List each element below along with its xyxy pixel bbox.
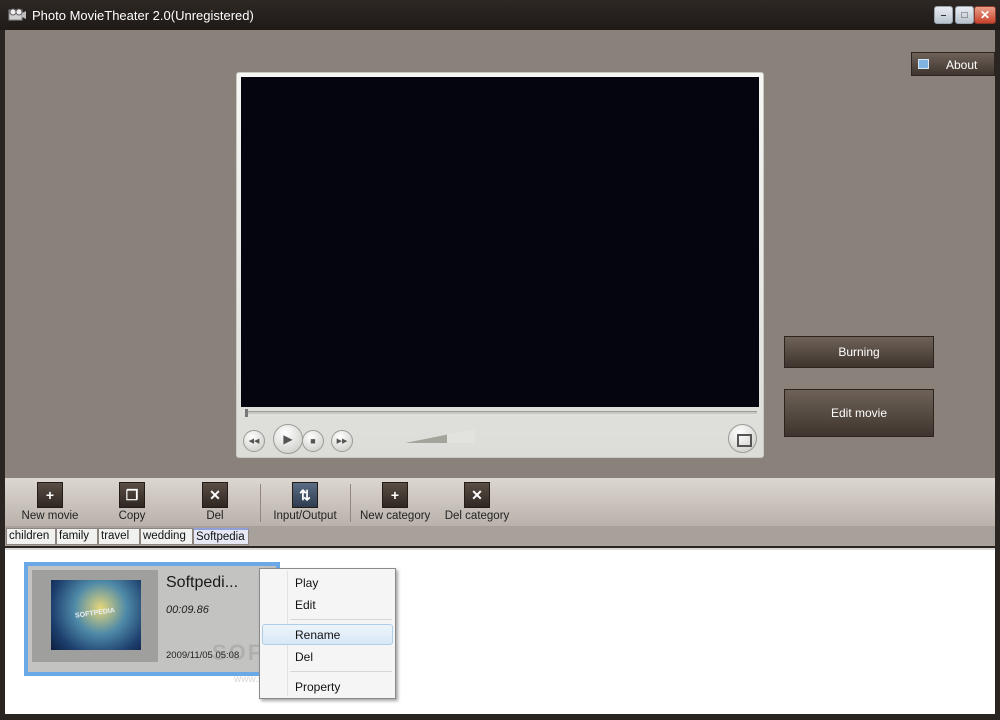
new-movie-label: New movie xyxy=(21,510,79,522)
movie-duration: 00:09.86 xyxy=(166,604,209,616)
thumbnail-image xyxy=(51,580,141,650)
stop-icon: ■ xyxy=(310,436,316,446)
maximize-button[interactable]: □ xyxy=(955,6,974,24)
menu-item-property[interactable]: Property xyxy=(262,676,393,697)
rewind-button[interactable]: ◀◀ xyxy=(243,430,265,452)
stop-button[interactable]: ■ xyxy=(302,430,324,452)
minimize-button[interactable]: – xyxy=(934,6,953,24)
about-label: About xyxy=(946,58,978,72)
burning-button[interactable]: Burning xyxy=(784,336,934,368)
forward-icon: ▶▶ xyxy=(336,438,348,445)
new-category-label: New category xyxy=(360,510,431,522)
play-icon: ▶ xyxy=(283,432,293,446)
edit-movie-button[interactable]: Edit movie xyxy=(784,389,934,437)
play-button[interactable]: ▶ xyxy=(273,424,303,454)
menu-item-rename[interactable]: Rename xyxy=(262,624,393,645)
input-output-icon: ⇅ xyxy=(292,482,318,508)
copy-label: Copy xyxy=(118,510,146,522)
toolbar: + New movie ❐ Copy ✕ Del ⇅ Input/Output … xyxy=(5,478,995,526)
input-output-label: Input/Output xyxy=(273,510,337,522)
tab-children[interactable]: children xyxy=(6,528,56,545)
title-bar: Photo MovieTheater 2.0(Unregistered) – □… xyxy=(0,0,1000,30)
movie-title: Softpedi... xyxy=(166,574,239,591)
seek-bar[interactable] xyxy=(245,409,757,417)
toolbar-divider xyxy=(350,484,351,522)
fullscreen-button[interactable] xyxy=(728,424,757,453)
rewind-icon: ◀◀ xyxy=(248,438,260,445)
menu-item-edit[interactable]: Edit xyxy=(262,594,393,615)
video-screen[interactable] xyxy=(241,77,759,407)
input-output-button[interactable]: ⇅ Input/Output xyxy=(270,482,340,522)
toolbar-divider xyxy=(260,484,261,522)
copy-icon: ❐ xyxy=(119,482,145,508)
new-category-button[interactable]: + New category xyxy=(360,482,430,522)
preview-area: About ◀◀ ▶ ■ ▶▶ Burning Edit movie xyxy=(5,30,995,478)
close-button[interactable]: ✕ xyxy=(974,6,996,24)
new-category-icon: + xyxy=(382,482,408,508)
movie-list: Softpedi... 00:09.86 2009/11/05 05:08 xyxy=(5,548,995,714)
del-button[interactable]: ✕ Del xyxy=(190,482,240,522)
del-category-label: Del category xyxy=(444,510,510,522)
close-icon: ✕ xyxy=(979,8,991,22)
del-category-icon: ✕ xyxy=(464,482,490,508)
context-menu: Play Edit Rename Del Property xyxy=(259,568,396,699)
volume-slider[interactable] xyxy=(405,429,475,443)
copy-button[interactable]: ❐ Copy xyxy=(107,482,157,522)
video-player: ◀◀ ▶ ■ ▶▶ xyxy=(236,72,764,458)
category-tabs: children family travel wedding Softpedia xyxy=(5,526,995,546)
minimize-icon: – xyxy=(940,9,947,21)
menu-separator xyxy=(290,619,392,620)
menu-item-del[interactable]: Del xyxy=(262,646,393,667)
tab-softpedia[interactable]: Softpedia xyxy=(193,528,249,545)
menu-item-play[interactable]: Play xyxy=(262,572,393,593)
movie-thumbnail xyxy=(32,570,158,662)
edit-movie-label: Edit movie xyxy=(830,406,888,420)
new-movie-button[interactable]: + New movie xyxy=(19,482,81,522)
about-button[interactable]: About xyxy=(911,52,995,76)
delete-icon: ✕ xyxy=(202,482,228,508)
tab-travel[interactable]: travel xyxy=(98,528,140,545)
del-category-button[interactable]: ✕ Del category xyxy=(443,482,511,522)
menu-separator xyxy=(290,671,392,672)
info-icon xyxy=(918,59,929,69)
del-label: Del xyxy=(206,510,224,522)
tab-wedding[interactable]: wedding xyxy=(140,528,193,545)
film-reel-icon xyxy=(8,8,26,21)
burning-label: Burning xyxy=(838,345,880,359)
window-title: Photo MovieTheater 2.0(Unregistered) xyxy=(32,8,254,23)
maximize-icon: □ xyxy=(961,9,968,21)
plus-icon: + xyxy=(37,482,63,508)
tab-family[interactable]: family xyxy=(56,528,98,545)
seek-handle[interactable] xyxy=(245,409,248,417)
forward-button[interactable]: ▶▶ xyxy=(331,430,353,452)
